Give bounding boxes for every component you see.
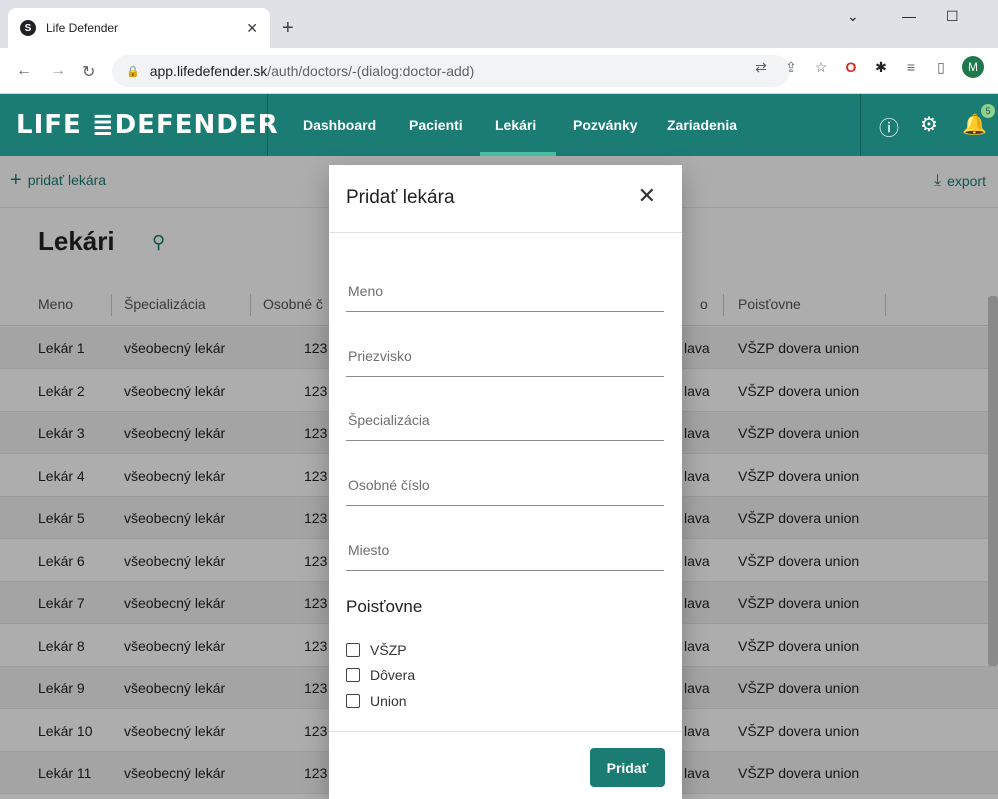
reload-icon[interactable]: ↻ <box>82 62 95 82</box>
app-logo[interactable]: LIFE ≣DEFENDER <box>16 110 279 140</box>
url-domain: app.lifedefender.sk <box>149 63 268 79</box>
close-icon[interactable]: ✕ <box>638 183 656 209</box>
checkbox-box[interactable] <box>346 694 360 708</box>
info-icon[interactable]: ⓘ <box>879 112 899 141</box>
browser-extension-icons: ⇄ ⇪ ☆ O ✱ ≡ ▯ M <box>746 56 984 78</box>
personal-number-field[interactable]: Osobné číslo <box>346 466 664 506</box>
tab-search-icon[interactable]: ⌄ <box>847 8 859 25</box>
nav-pacienti[interactable]: Pacienti <box>409 117 463 133</box>
app-header: LIFE ≣DEFENDER Dashboard Pacienti Lekári… <box>0 94 998 156</box>
translate-icon[interactable]: ⇄ <box>746 59 776 76</box>
nav-zariadenia[interactable]: Zariadenia <box>667 117 737 133</box>
reading-list-icon[interactable]: ≡ <box>896 59 926 75</box>
minimize-button[interactable]: — <box>902 8 916 24</box>
insurer-checkbox-dovera[interactable]: Dôvera <box>346 667 415 683</box>
back-icon[interactable]: ← <box>16 62 32 80</box>
share-icon[interactable]: ⇪ <box>776 59 806 76</box>
tab-title: Life Defender <box>46 21 119 35</box>
settings-gear-icon[interactable]: ⚙ <box>920 112 938 137</box>
page-scrollbar[interactable] <box>988 296 998 666</box>
side-panel-icon[interactable]: ▯ <box>926 59 956 76</box>
submit-add-doctor-button[interactable]: Pridať <box>590 748 665 787</box>
dialog-header: Pridať lekára ✕ <box>329 165 682 233</box>
insurer-label: VŠZP <box>370 642 407 658</box>
checkbox-box[interactable] <box>346 668 360 682</box>
url-field[interactable]: 🔒 app.lifedefender.sk/auth/doctors/-(dia… <box>112 55 790 87</box>
insurer-checkbox-union[interactable]: Union <box>346 693 407 709</box>
browser-tab[interactable]: S Life Defender ✕ <box>8 8 270 48</box>
specialization-label: Špecializácia <box>348 412 430 428</box>
checkbox-box[interactable] <box>346 643 360 657</box>
insurer-label: Dôvera <box>370 667 416 683</box>
lock-icon: 🔒 <box>126 65 140 78</box>
last-name-label: Priezvisko <box>348 348 412 364</box>
first-name-label: Meno <box>348 283 384 299</box>
first-name-field[interactable]: Meno <box>346 272 664 312</box>
location-label: Miesto <box>348 542 390 558</box>
address-bar-row: ← → ↻ 🔒 app.lifedefender.sk/auth/doctors… <box>0 48 998 94</box>
header-divider <box>267 94 268 156</box>
site-favicon-icon: S <box>20 20 36 36</box>
header-divider <box>860 94 861 156</box>
notification-badge: 5 <box>981 104 995 118</box>
bookmark-star-icon[interactable]: ☆ <box>806 59 836 76</box>
nav-lekari[interactable]: Lekári <box>495 117 536 133</box>
browser-tab-bar: S Life Defender ✕ + ⌄ — ☐ <box>0 0 998 48</box>
location-field[interactable]: Miesto <box>346 531 664 571</box>
opera-extension-icon[interactable]: O <box>836 59 866 75</box>
personal-number-label: Osobné číslo <box>348 477 430 493</box>
url-path: /auth/doctors/-(dialog:doctor-add) <box>267 63 475 79</box>
dialog-title: Pridať lekára <box>346 187 455 208</box>
insurer-label: Union <box>370 693 407 709</box>
last-name-field[interactable]: Priezvisko <box>346 337 664 377</box>
specialization-field[interactable]: Špecializácia <box>346 401 664 441</box>
tab-close-icon[interactable]: ✕ <box>246 20 258 37</box>
new-tab-button[interactable]: + <box>282 18 294 38</box>
insurer-checkbox-vszp[interactable]: VŠZP <box>346 642 407 658</box>
profile-avatar[interactable]: M <box>962 56 984 78</box>
insurers-section-title: Poisťovne <box>346 597 423 616</box>
nav-dashboard[interactable]: Dashboard <box>303 117 376 133</box>
nav-pozvanky[interactable]: Pozvánky <box>573 117 638 133</box>
add-doctor-dialog: Pridať lekára ✕ Meno Priezvisko Špeciali… <box>329 165 682 799</box>
maximize-button[interactable]: ☐ <box>946 8 959 25</box>
extensions-puzzle-icon[interactable]: ✱ <box>866 59 896 76</box>
forward-icon[interactable]: → <box>50 62 66 80</box>
